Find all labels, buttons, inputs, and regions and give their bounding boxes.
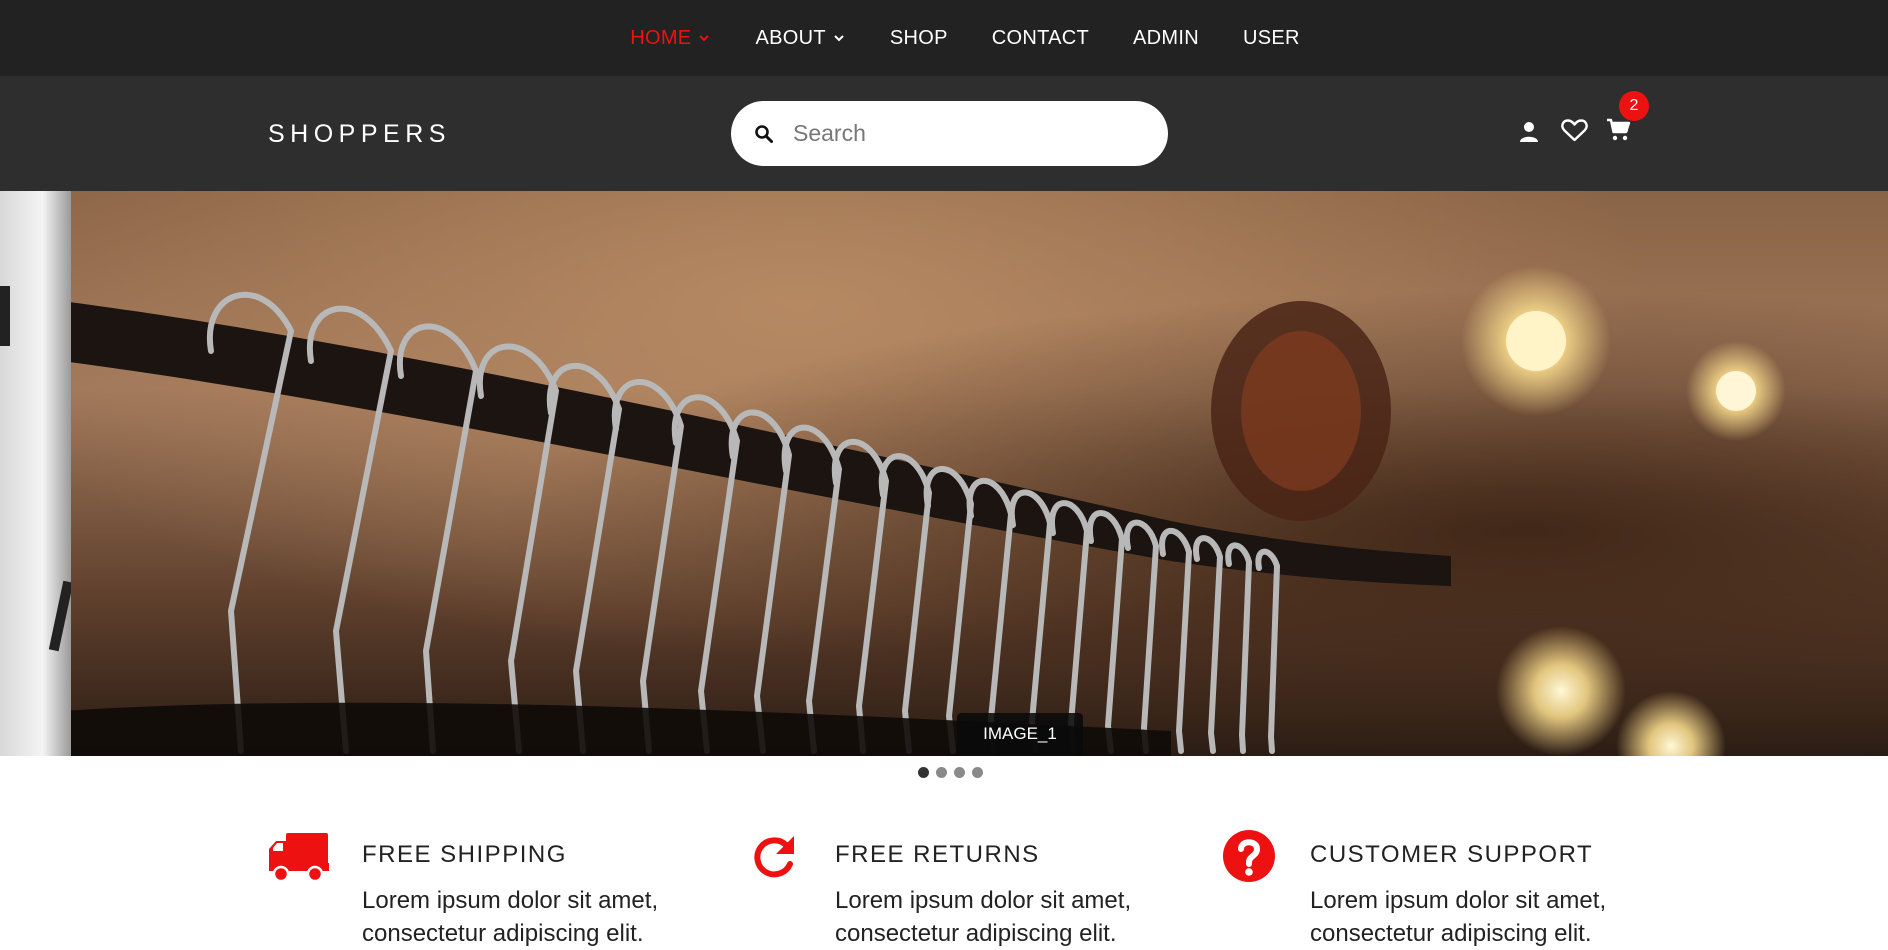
- nav-item-contact[interactable]: CONTACT: [970, 27, 1111, 50]
- carousel-dot[interactable]: [936, 767, 947, 778]
- nav-item-user[interactable]: USER: [1221, 27, 1322, 50]
- nav-item-label: CONTACT: [991, 26, 1090, 49]
- cart-icon[interactable]: [1606, 118, 1631, 142]
- top-navigation: HOME ABOUT SHOP CONTACT ADMIN USER: [0, 0, 1888, 76]
- feature-text: Lorem ipsum dolor sit amet, consectetur …: [835, 887, 1132, 947]
- carousel-dot[interactable]: [954, 767, 965, 778]
- nav-item-shop[interactable]: SHOP: [868, 27, 970, 50]
- nav-item-admin[interactable]: ADMIN: [1111, 27, 1221, 50]
- user-icon[interactable]: [1519, 121, 1539, 143]
- hero-image: [71, 191, 1888, 756]
- nav-item-label: ADMIN: [1133, 26, 1199, 49]
- carousel-dot[interactable]: [972, 767, 983, 778]
- carousel-indicators: [918, 767, 983, 778]
- feature-title: CUSTOMER SUPPORT: [1310, 841, 1594, 868]
- search-input[interactable]: [793, 113, 1143, 153]
- previous-slide-image: [0, 191, 74, 756]
- nav-item-label: USER: [1242, 26, 1300, 49]
- nav-menu: HOME ABOUT SHOP CONTACT ADMIN USER: [608, 27, 1322, 50]
- carousel-dot[interactable]: [918, 767, 929, 778]
- nav-item-label: HOME: [630, 26, 692, 49]
- slide-caption: IMAGE_1: [957, 713, 1083, 755]
- heart-icon[interactable]: [1561, 118, 1588, 143]
- refresh-icon: [754, 836, 794, 878]
- hero-carousel[interactable]: [0, 191, 1888, 756]
- truck-icon: [269, 833, 329, 883]
- feature-title: FREE RETURNS: [835, 841, 1040, 868]
- chevron-down-icon: [699, 35, 710, 42]
- feature-title: FREE SHIPPING: [362, 841, 567, 868]
- cart-count-badge: 2: [1619, 91, 1649, 121]
- chevron-down-icon: [834, 35, 844, 42]
- question-icon: [1223, 830, 1275, 882]
- nav-item-about[interactable]: ABOUT: [733, 27, 867, 50]
- site-logo[interactable]: SHOPPERS: [268, 120, 451, 149]
- nav-item-home[interactable]: HOME: [608, 27, 733, 50]
- feature-text: Lorem ipsum dolor sit amet, consectetur …: [1310, 887, 1607, 947]
- site-header: SHOPPERS: [0, 76, 1888, 191]
- clothes-rack-image: [71, 266, 1786, 756]
- nav-item-label: ABOUT: [755, 26, 826, 49]
- search-icon[interactable]: [753, 123, 775, 145]
- nav-item-label: SHOP: [889, 26, 948, 49]
- feature-text: Lorem ipsum dolor sit amet, consectetur …: [362, 887, 659, 947]
- search-box: [731, 101, 1168, 166]
